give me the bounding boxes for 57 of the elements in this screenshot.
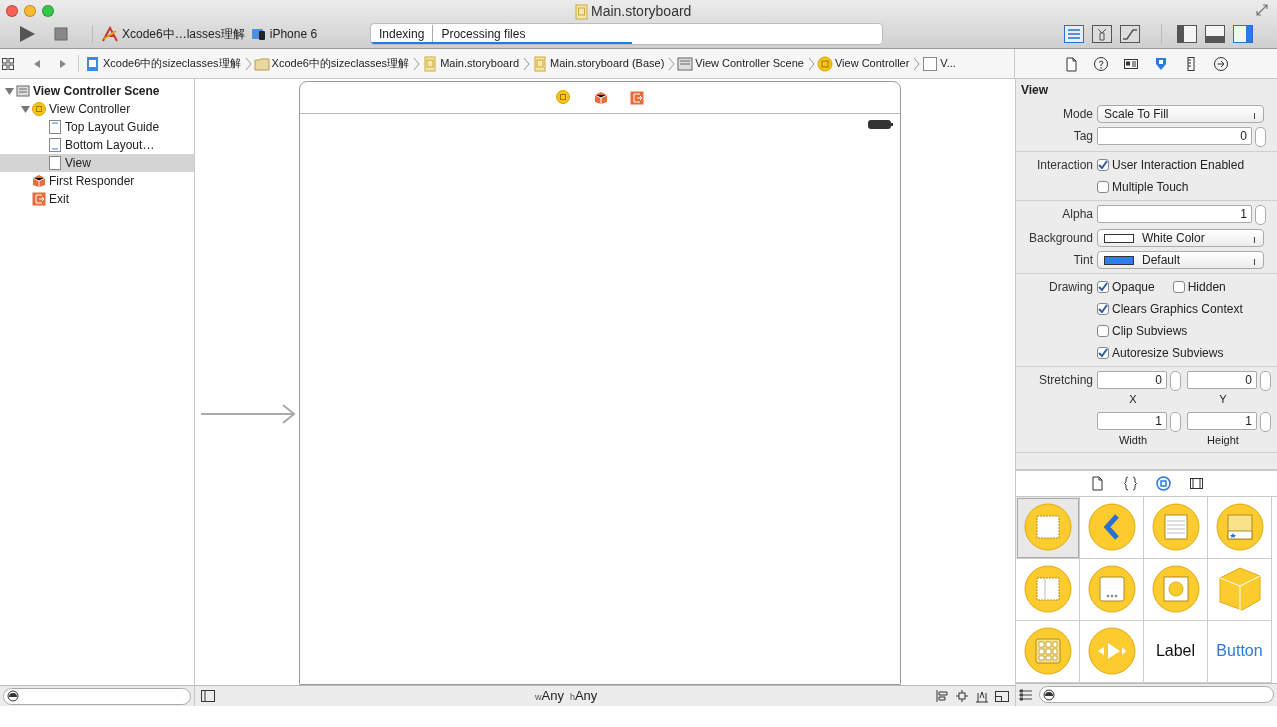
number-field[interactable]: 0 bbox=[1097, 371, 1167, 389]
field-caption: Width bbox=[1118, 432, 1149, 448]
number-field[interactable]: 0 bbox=[1187, 371, 1257, 389]
field-caption: X bbox=[1129, 392, 1138, 407]
breadcrumb-item[interactable]: Xcode6中的sizeclasses理解 bbox=[271, 55, 410, 72]
number-field[interactable]: 1 bbox=[1097, 411, 1167, 430]
breadcrumb-item[interactable]: View Controller Scene bbox=[695, 55, 804, 72]
popup-button[interactable]: White Color bbox=[1097, 229, 1264, 247]
outline-row[interactable]: View Controller Scene bbox=[0, 82, 194, 100]
checkbox-label: Hidden bbox=[1187, 279, 1226, 296]
checkbox-label: Autoresize Subviews bbox=[1112, 345, 1224, 362]
outline-row[interactable]: Bottom Layout… bbox=[0, 136, 194, 154]
breadcrumb-item[interactable]: Xcode6中的sizeclasses理解 bbox=[103, 55, 241, 72]
outline-label: View Controller bbox=[49, 101, 131, 118]
checkbox-label: Clears Graphics Context bbox=[1112, 301, 1243, 318]
outline-row[interactable]: View bbox=[0, 154, 194, 172]
window-title: Main.storyboard bbox=[591, 2, 692, 21]
field-caption: Y bbox=[1219, 392, 1228, 407]
outline-label: Top Layout Guide bbox=[65, 119, 160, 136]
field-label: Interaction bbox=[1035, 157, 1094, 174]
field-label: Tag bbox=[1072, 128, 1094, 145]
activity-detail: Processing files bbox=[440, 26, 526, 43]
breadcrumb-item[interactable]: V... bbox=[940, 55, 956, 72]
outline-row[interactable]: First Responder bbox=[0, 172, 194, 190]
device-selector[interactable]: iPhone 6 bbox=[269, 25, 318, 43]
outline-label: View bbox=[65, 155, 91, 172]
scheme-selector[interactable]: Xcode6中…lasses理解 bbox=[122, 25, 245, 43]
library-item[interactable]: Label bbox=[1144, 620, 1208, 683]
field-label: Alpha bbox=[1061, 206, 1094, 223]
checkbox-label: Opaque bbox=[1112, 279, 1155, 296]
field-label: Drawing bbox=[1048, 279, 1094, 296]
checkbox-label: Clip Subviews bbox=[1112, 323, 1188, 340]
outline-row[interactable]: Exit bbox=[0, 190, 194, 208]
breadcrumb-item[interactable]: Main.storyboard (Base) bbox=[550, 55, 665, 72]
field-label: Stretching bbox=[1037, 372, 1094, 389]
breadcrumb-item[interactable]: Main.storyboard bbox=[440, 55, 519, 72]
checkbox-label: User Interaction Enabled bbox=[1112, 157, 1245, 174]
field-label: Mode bbox=[1061, 106, 1094, 123]
outline-row[interactable]: Top Layout Guide bbox=[0, 118, 194, 136]
size-class-control[interactable]: wAny hAny bbox=[535, 686, 598, 706]
section-title: View bbox=[1020, 82, 1050, 99]
number-field[interactable]: 1 bbox=[1187, 411, 1257, 430]
library-item[interactable]: Button bbox=[1208, 620, 1272, 683]
checkbox-label: Multiple Touch bbox=[1112, 179, 1189, 196]
outline-label: Exit bbox=[49, 191, 69, 208]
field-label: Background bbox=[1027, 230, 1094, 247]
outline-label: View Controller Scene bbox=[33, 83, 160, 100]
field-caption: Height bbox=[1207, 432, 1240, 448]
outline-label: Bottom Layout… bbox=[65, 137, 155, 154]
field-label: Tint bbox=[1072, 252, 1094, 269]
outline-label: First Responder bbox=[49, 173, 135, 190]
breadcrumb-item[interactable]: View Controller bbox=[834, 55, 910, 72]
number-field[interactable]: 0 bbox=[1097, 127, 1252, 145]
outline-row[interactable]: View Controller bbox=[0, 100, 194, 118]
popup-button[interactable]: Scale To Fill bbox=[1097, 105, 1264, 123]
number-field[interactable]: 1 bbox=[1097, 205, 1252, 223]
popup-button[interactable]: Default bbox=[1097, 251, 1264, 269]
